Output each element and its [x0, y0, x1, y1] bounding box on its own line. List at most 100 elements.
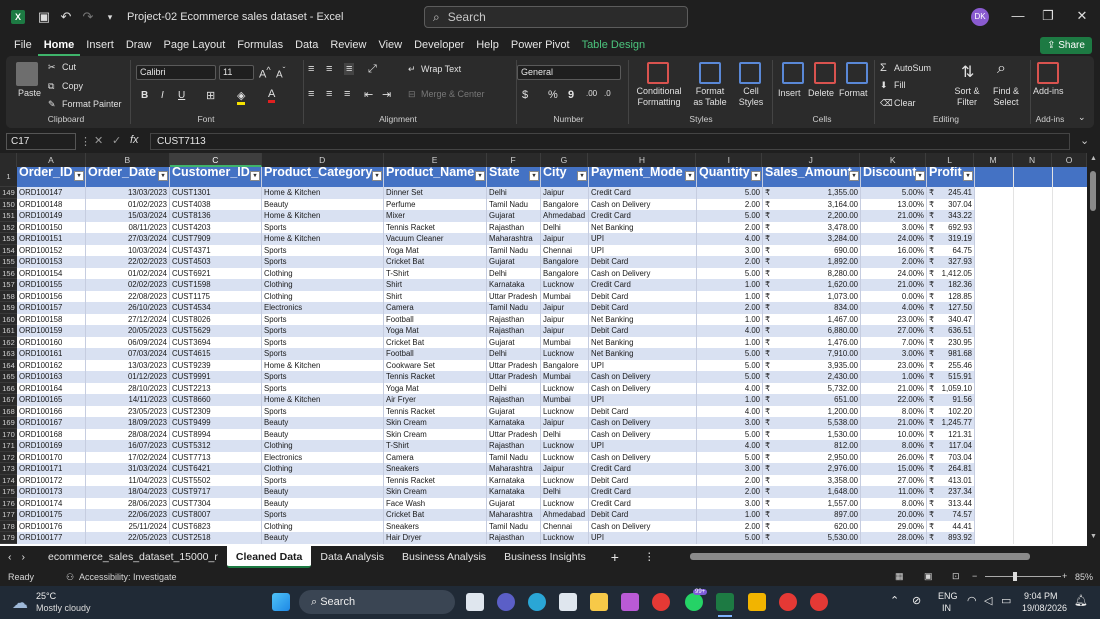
table-cell[interactable]: ORD100160 — [17, 336, 86, 348]
edge-icon[interactable] — [528, 593, 546, 611]
table-cell[interactable]: 264.81 — [938, 463, 975, 475]
table-cell[interactable]: CUST4503 — [170, 256, 262, 268]
table-cell[interactable]: 3,284.00 — [774, 233, 861, 245]
table-cell[interactable]: Cash on Delivery — [589, 198, 697, 210]
table-cell[interactable]: 2.00 — [697, 256, 763, 268]
table-cell[interactable]: 1,530.00 — [774, 428, 861, 440]
column-header[interactable]: G — [541, 153, 589, 167]
table-cell[interactable]: ₹ — [763, 336, 774, 348]
empty-cell[interactable] — [1053, 267, 1087, 279]
maximize-button[interactable]: ❐ — [1038, 8, 1058, 26]
minimize-button[interactable]: — — [1008, 8, 1028, 26]
language[interactable]: ENG — [938, 591, 958, 601]
empty-cell[interactable] — [1053, 417, 1087, 429]
row-header[interactable]: 176 — [0, 497, 17, 509]
zoom-slider-thumb[interactable] — [1013, 572, 1017, 581]
table-cell[interactable]: ₹ — [763, 451, 774, 463]
filter-dropdown-icon[interactable]: ▾ — [475, 171, 485, 181]
empty-cell[interactable] — [1014, 302, 1053, 314]
table-cell[interactable]: 1,648.00 — [774, 486, 861, 498]
table-cell[interactable]: 64.75 — [938, 244, 975, 256]
empty-cell[interactable] — [1014, 336, 1053, 348]
next-sheet-icon[interactable]: › — [20, 546, 40, 568]
table-cell[interactable]: Credit Card — [589, 497, 697, 509]
table-cell[interactable]: 0.00% — [861, 290, 927, 302]
empty-cell[interactable] — [1053, 336, 1087, 348]
table-cell[interactable]: Net Banking — [589, 348, 697, 360]
empty-cell[interactable] — [1014, 394, 1053, 406]
empty-cell[interactable] — [1053, 302, 1087, 314]
table-cell[interactable]: 981.68 — [938, 348, 975, 360]
table-cell[interactable]: CUST8007 — [170, 509, 262, 521]
table-cell[interactable]: ₹ — [763, 371, 774, 383]
table-cell[interactable]: Lucknow — [541, 279, 589, 291]
clear-button[interactable]: Clear — [894, 98, 916, 108]
table-cell[interactable]: Cricket Bat — [384, 336, 487, 348]
empty-cell[interactable] — [1053, 394, 1087, 406]
empty-cell[interactable] — [975, 210, 1014, 222]
table-cell[interactable]: ₹ — [763, 509, 774, 521]
sheet-tab[interactable]: ecommerce_sales_dataset_15000_r — [39, 546, 227, 568]
table-cell[interactable]: 3.00 — [697, 244, 763, 256]
empty-cell[interactable] — [1053, 509, 1087, 521]
table-cell[interactable]: Home & Kitchen — [262, 394, 384, 406]
insert-cells-button[interactable]: Insert — [778, 88, 801, 98]
name-box[interactable]: C17 — [6, 133, 76, 150]
row-header[interactable]: 177 — [0, 509, 17, 521]
table-cell[interactable]: 11/04/2023 — [86, 474, 170, 486]
row-header[interactable]: 161 — [0, 325, 17, 337]
table-cell[interactable]: ORD100174 — [17, 497, 86, 509]
table-cell[interactable]: 4.00 — [697, 440, 763, 452]
empty-cell[interactable] — [1014, 167, 1053, 187]
table-cell[interactable]: Clothing — [262, 463, 384, 475]
row-header[interactable]: 151 — [0, 210, 17, 222]
table-header-cell[interactable]: Order_ID ▾ — [17, 167, 86, 187]
table-cell[interactable]: 27/12/2024 — [86, 313, 170, 325]
table-cell[interactable]: 1,059.10 — [938, 382, 975, 394]
chrome-profile-icon[interactable] — [810, 593, 828, 611]
table-cell[interactable]: Lucknow — [541, 382, 589, 394]
empty-cell[interactable] — [1053, 313, 1087, 325]
sheet-tab[interactable]: Business Insights — [495, 546, 595, 568]
add-ins-button[interactable]: Add-ins — [1033, 86, 1064, 96]
table-cell[interactable]: Sports — [262, 474, 384, 486]
table-cell[interactable]: Delhi — [487, 382, 541, 394]
table-cell[interactable]: 8.00% — [861, 405, 927, 417]
more-options-icon[interactable]: ⋮ — [80, 135, 91, 148]
table-cell[interactable]: Lucknow — [541, 405, 589, 417]
table-cell[interactable]: 74.57 — [938, 509, 975, 521]
table-cell[interactable]: ORD100155 — [17, 279, 86, 291]
table-cell[interactable]: Uttar Pradesh — [487, 428, 541, 440]
empty-cell[interactable] — [975, 336, 1014, 348]
worksheet-grid[interactable]: A B C D E F G H I J K L M N O 1 Order_ID ▾… — [0, 153, 1087, 546]
table-cell[interactable]: Beauty — [262, 532, 384, 544]
close-button[interactable]: ✕ — [1072, 8, 1092, 26]
table-cell[interactable]: CUST8026 — [170, 313, 262, 325]
table-cell[interactable]: CUST2213 — [170, 382, 262, 394]
empty-cell[interactable] — [975, 244, 1014, 256]
table-cell[interactable]: 27.00% — [861, 474, 927, 486]
empty-cell[interactable] — [1053, 233, 1087, 245]
empty-cell[interactable] — [975, 221, 1014, 233]
empty-cell[interactable] — [975, 428, 1014, 440]
table-cell[interactable]: ₹ — [763, 302, 774, 314]
table-cell[interactable]: Bangalore — [541, 256, 589, 268]
align-top-icon[interactable]: ≡ — [308, 63, 314, 75]
task-view-icon[interactable] — [466, 593, 484, 611]
table-cell[interactable]: Cookware Set — [384, 359, 487, 371]
table-cell[interactable]: Credit Card — [589, 279, 697, 291]
row-header[interactable]: 170 — [0, 428, 17, 440]
table-cell[interactable]: Delhi — [541, 486, 589, 498]
clock-date[interactable]: 19/08/2026 — [1022, 603, 1067, 613]
table-cell[interactable]: 5.00 — [697, 451, 763, 463]
empty-cell[interactable] — [1053, 256, 1087, 268]
table-cell[interactable]: Uttar Pradesh — [487, 371, 541, 383]
row-header[interactable]: 167 — [0, 394, 17, 406]
italic-button[interactable]: I — [161, 90, 164, 101]
formula-input[interactable]: CUST7113 — [150, 133, 1070, 150]
table-cell[interactable]: ₹ — [927, 198, 938, 210]
table-cell[interactable]: 102.20 — [938, 405, 975, 417]
row-header[interactable]: 165 — [0, 371, 17, 383]
table-cell[interactable]: 5,732.00 — [774, 382, 861, 394]
table-cell[interactable]: 91.56 — [938, 394, 975, 406]
